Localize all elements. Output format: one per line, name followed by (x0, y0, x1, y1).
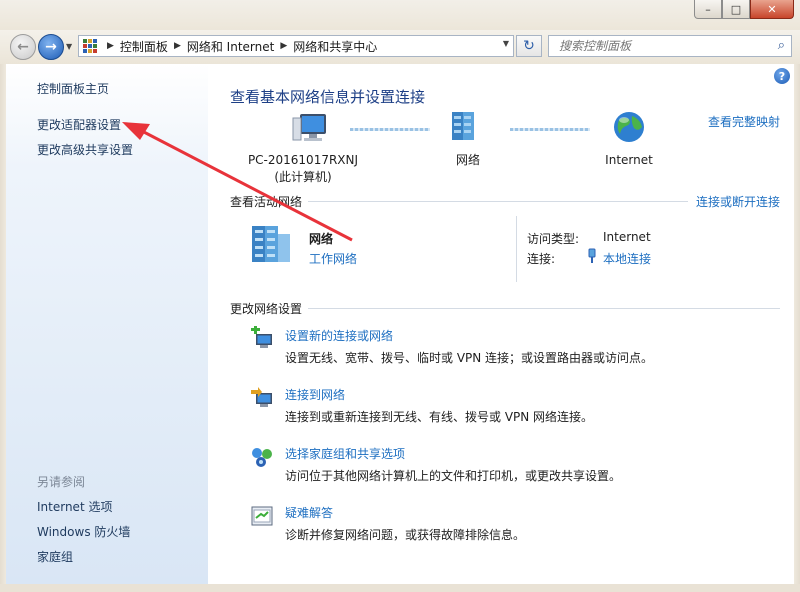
title-bar: – □ ✕ (0, 0, 800, 32)
task-homegroup-link[interactable]: 选择家庭组和共享选项 (285, 445, 405, 462)
task-troubleshoot-desc: 诊断并修复网络问题，或获得故障排除信息。 (285, 528, 526, 542)
sidebar-item-advanced-sharing-settings[interactable]: 更改高级共享设置 (37, 141, 133, 158)
sidebar: 控制面板主页 更改适配器设置 更改高级共享设置 另请参阅 Internet 选项… (6, 64, 208, 584)
internet-globe-icon (614, 112, 644, 142)
recent-pages-dropdown[interactable]: ▼ (66, 42, 72, 51)
maximize-button[interactable]: □ (722, 0, 750, 19)
work-network-icon (252, 226, 290, 262)
task-homegroup-desc: 访问位于其他网络计算机上的文件和打印机，或更改共享设置。 (285, 469, 622, 483)
internet-link-line (510, 128, 590, 131)
section-divider (308, 201, 688, 202)
network-type-link[interactable]: 工作网络 (309, 250, 357, 267)
breadcrumb-control-panel[interactable]: 控制面板 (120, 38, 168, 55)
ethernet-connection-icon (588, 248, 596, 263)
refresh-icon: ↻ (523, 38, 535, 54)
address-dropdown[interactable]: ▼ (503, 39, 509, 48)
window-frame-bottom (0, 584, 800, 592)
window-controls: – □ ✕ (694, 0, 794, 20)
task-troubleshoot-link[interactable]: 疑难解答 (285, 504, 333, 521)
homegroup-icon (252, 448, 272, 467)
task-connect-network-link[interactable]: 连接到网络 (285, 386, 345, 403)
internet-node-label: Internet (605, 153, 653, 167)
search-box[interactable]: ⌕ (548, 35, 792, 57)
access-type-label: 访问类型: (527, 232, 580, 246)
window-frame-right (794, 64, 800, 592)
change-settings-heading: 更改网络设置 (230, 302, 303, 316)
network-link-line (350, 128, 430, 131)
troubleshoot-icon (251, 506, 273, 526)
connect-network-icon (251, 387, 272, 407)
forward-button[interactable]: → (38, 34, 64, 60)
task-new-connection-desc: 设置无线、宽带、拨号、临时或 VPN 连接；或设置路由器或访问点。 (285, 351, 654, 365)
vertical-divider (516, 216, 517, 282)
sidebar-item-control-panel-home[interactable]: 控制面板主页 (37, 80, 109, 97)
access-type-value: Internet (603, 230, 651, 244)
refresh-button[interactable]: ↻ (516, 35, 542, 57)
task-new-connection-link[interactable]: 设置新的连接或网络 (285, 327, 393, 344)
main-content: ? 查看基本网络信息并设置连接 查看完整映射 PC-20161017RXNJ (… (208, 64, 794, 584)
connections-label: 连接: (527, 252, 556, 266)
search-input[interactable] (559, 39, 759, 53)
close-button[interactable]: ✕ (750, 0, 794, 19)
computer-name: PC-20161017RXNJ (247, 153, 359, 167)
breadcrumb-separator[interactable]: ▶ (280, 41, 287, 51)
network-node-label: 网络 (455, 153, 480, 167)
breadcrumb-separator[interactable]: ▶ (174, 41, 181, 51)
minimize-button[interactable]: – (694, 0, 722, 19)
task-connect-network-desc: 连接到或重新连接到无线、有线、拨号或 VPN 网络连接。 (285, 410, 594, 424)
see-also-heading: 另请参阅 (37, 475, 86, 489)
local-connection-link[interactable]: 本地连接 (603, 250, 651, 267)
help-icon[interactable]: ? (774, 68, 790, 84)
active-network-name: 网络 (309, 232, 334, 246)
sidebar-item-change-adapter-settings[interactable]: 更改适配器设置 (37, 116, 121, 133)
new-connection-icon (251, 326, 272, 348)
computer-sub: (此计算机) (274, 170, 332, 184)
page-title: 查看基本网络信息并设置连接 (230, 88, 426, 106)
sidebar-item-windows-firewall[interactable]: Windows 防火墙 (37, 523, 130, 540)
network-icon (452, 112, 474, 140)
section-divider (308, 308, 780, 309)
back-button[interactable]: ← (10, 34, 36, 60)
address-bar[interactable]: ▶ 控制面板 ▶ 网络和 Internet ▶ 网络和共享中心 ▼ (78, 35, 514, 57)
view-full-map-link[interactable]: 查看完整映射 (708, 113, 780, 130)
breadcrumb-separator[interactable]: ▶ (107, 41, 114, 51)
sidebar-item-homegroup[interactable]: 家庭组 (37, 548, 73, 565)
breadcrumb-network-sharing-center[interactable]: 网络和共享中心 (293, 38, 377, 55)
breadcrumb-network-internet[interactable]: 网络和 Internet (187, 38, 274, 55)
sidebar-item-internet-options[interactable]: Internet 选项 (37, 498, 112, 515)
connect-disconnect-link[interactable]: 连接或断开连接 (696, 193, 780, 210)
control-panel-icon (83, 39, 97, 53)
computer-node-label: PC-20161017RXNJ (此计算机) (238, 152, 368, 186)
active-networks-heading: 查看活动网络 (230, 195, 303, 209)
search-icon[interactable]: ⌕ (778, 38, 785, 53)
computer-icon (292, 114, 326, 141)
